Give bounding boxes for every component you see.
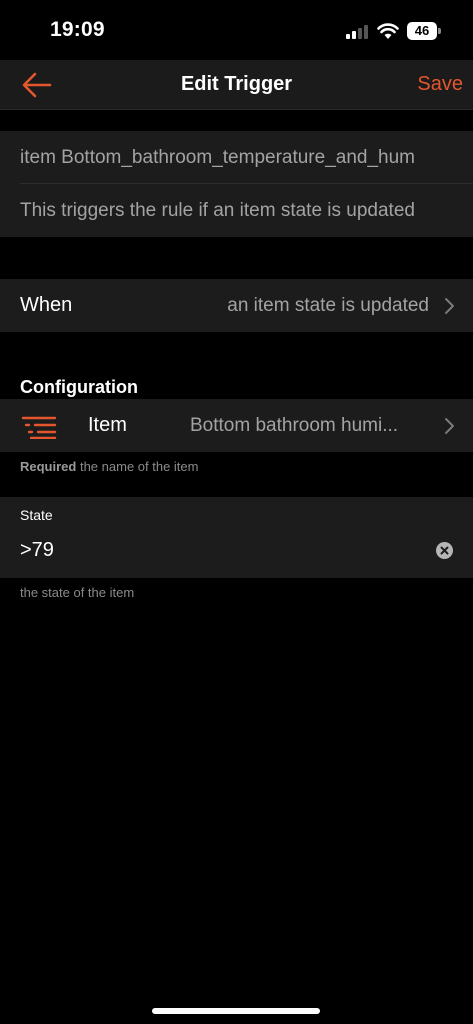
battery-icon: 46 bbox=[407, 22, 441, 40]
cellular-signal-icon bbox=[346, 24, 370, 39]
list-icon bbox=[21, 416, 57, 439]
item-row[interactable]: Item Bottom bathroom humi... bbox=[0, 399, 473, 452]
page-title: Edit Trigger bbox=[180, 73, 293, 95]
item-helper-text: Required the name of the item bbox=[20, 459, 198, 474]
battery-level: 46 bbox=[407, 22, 437, 40]
required-label: Required bbox=[20, 459, 77, 474]
divider bbox=[20, 183, 473, 184]
trigger-name-field[interactable]: item Bottom_bathroom_temperature_and_hum bbox=[20, 147, 460, 169]
state-input[interactable]: >79 bbox=[20, 539, 54, 562]
when-row[interactable]: When an item state is updated bbox=[0, 279, 473, 332]
home-indicator bbox=[152, 1008, 320, 1014]
clear-icon[interactable] bbox=[436, 542, 453, 559]
when-label: When bbox=[20, 294, 73, 316]
trigger-description-field[interactable]: This triggers the rule if an item state … bbox=[20, 200, 460, 222]
navigation-bar: Edit Trigger Save bbox=[0, 60, 473, 110]
save-button[interactable]: Save bbox=[417, 73, 463, 96]
item-helper-description: the name of the item bbox=[79, 459, 199, 474]
chevron-right-icon bbox=[445, 418, 454, 434]
item-label: Item bbox=[88, 414, 127, 436]
trigger-info-section: item Bottom_bathroom_temperature_and_hum… bbox=[0, 131, 473, 237]
state-field[interactable]: State >79 bbox=[0, 497, 473, 578]
configuration-heading: Configuration bbox=[20, 377, 138, 397]
state-label: State bbox=[20, 507, 53, 523]
status-bar: 19:09 46 bbox=[0, 0, 473, 60]
chevron-right-icon bbox=[445, 298, 454, 314]
when-value: an item state is updated bbox=[227, 295, 429, 316]
item-value: Bottom bathroom humi... bbox=[190, 415, 399, 436]
state-helper-text: the state of the item bbox=[20, 585, 135, 600]
status-time: 19:09 bbox=[50, 18, 105, 41]
wifi-icon bbox=[377, 23, 399, 39]
